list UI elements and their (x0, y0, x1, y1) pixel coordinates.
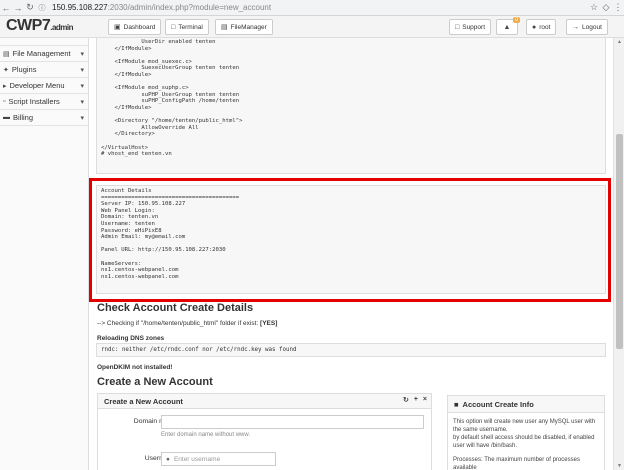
chevron-down-icon: ▾ (80, 114, 84, 122)
sidebar-item-partial[interactable] (0, 38, 88, 46)
notifications-button[interactable]: ▲ 0 (496, 17, 520, 35)
back-icon[interactable]: ← (0, 3, 12, 13)
address-bar[interactable]: 150.95.108.227:2030/admin/index.php?modu… (52, 2, 588, 14)
check-account-title: Check Account Create Details (97, 302, 254, 314)
info-icon: ■ (454, 399, 459, 409)
terminal-icon: □ (171, 23, 176, 31)
folder-check-line: --> Checking if "/home/tenten/public_htm… (97, 320, 278, 327)
dashboard-button[interactable]: ▣ Dashboard (108, 19, 162, 35)
sidebar-item-script-installers[interactable]: ▫ Script Installers ▾ (0, 94, 88, 110)
sidebar-item-plugins[interactable]: ✦ Plugins ▾ (0, 62, 88, 78)
logout-button[interactable]: → Logout (566, 19, 608, 35)
account-info-panel-header: ■ Account Create Info (448, 396, 604, 413)
info-text-1: This option will create new user any MyS… (453, 419, 596, 433)
create-account-panel: Create a New Account ↻ + × Domain name: … (97, 393, 432, 470)
dns-reload-title: Reloading DNS zones (97, 335, 165, 342)
scrollbar-thumb[interactable] (616, 134, 623, 349)
sidebar: ▤ File Management ▾ ✦ Plugins ▾ ▸ Develo… (0, 38, 89, 470)
user-icon: ● (166, 455, 170, 463)
extension-icon[interactable]: ◇ (600, 2, 612, 13)
user-icon: ● (532, 23, 537, 31)
sidebar-item-billing[interactable]: ▬ Billing ▾ (0, 110, 88, 126)
filemanager-button[interactable]: ▤ FileManager (215, 19, 273, 35)
expand-icon[interactable]: + (414, 396, 418, 404)
support-button[interactable]: □ Support (449, 19, 492, 35)
menu-icon[interactable]: ⋮ (612, 2, 624, 13)
close-icon[interactable]: × (423, 396, 427, 404)
main-content: UserDir enabled tenten </IfModule> <IfMo… (89, 38, 613, 470)
support-icon: □ (455, 23, 460, 31)
domain-help: Enter domain name without www. (161, 432, 251, 438)
create-account-title: Create a New Account (97, 376, 213, 388)
folder-icon: ▤ (3, 50, 10, 58)
lock-icon: ⓘ (38, 4, 46, 12)
plug-icon: ✦ (3, 66, 9, 74)
sidebar-item-file-management[interactable]: ▤ File Management ▾ (0, 46, 88, 62)
scroll-down-icon[interactable]: ▼ (614, 463, 624, 469)
username-input[interactable]: ● Enter username (161, 452, 276, 466)
notification-badge: 0 (513, 17, 520, 23)
bell-icon: ▲ (503, 23, 511, 31)
star-icon[interactable]: ☆ (588, 2, 600, 13)
browser-url-bar: ← → ↻ ⓘ 150.95.108.227:2030/admin/index.… (0, 0, 624, 16)
url-host: 150.95.108.227 (52, 3, 108, 12)
forward-icon[interactable]: → (12, 3, 24, 13)
domain-input[interactable] (161, 415, 424, 429)
logo[interactable]: CWP7.admin (6, 17, 74, 35)
scroll-up-icon[interactable]: ▲ (614, 39, 624, 45)
refresh-icon[interactable]: ↻ (403, 396, 409, 404)
logout-icon: → (572, 23, 579, 31)
account-info-panel: ■ Account Create Info This option will c… (447, 395, 605, 470)
user-menu-button[interactable]: ● root (526, 19, 557, 35)
dashboard-icon: ▣ (114, 24, 121, 31)
billing-icon: ▬ (3, 114, 10, 121)
create-account-panel-header: Create a New Account ↻ + × (98, 394, 431, 409)
page-scrollbar[interactable]: ▲ ▼ (613, 38, 624, 470)
reload-icon[interactable]: ↻ (24, 2, 36, 13)
chevron-down-icon: ▾ (80, 66, 84, 74)
terminal-button[interactable]: □ Terminal (165, 19, 209, 35)
vhost-config-output: UserDir enabled tenten </IfModule> <IfMo… (96, 38, 606, 174)
account-details-output: Account Details ========================… (96, 185, 606, 294)
rndc-output: rndc: neither /etc/rndc.conf nor /etc/rn… (96, 343, 606, 357)
sidebar-item-developer-menu[interactable]: ▸ Developer Menu ▾ (0, 78, 88, 94)
dkim-status: OpenDKIM not installed! (97, 364, 173, 371)
chevron-down-icon: ▾ (80, 82, 84, 90)
info-text-2: by default shell access should be disabl… (453, 435, 595, 449)
code-icon: ▸ (3, 82, 7, 90)
folder-icon: ▤ (221, 24, 228, 31)
chevron-down-icon: ▾ (80, 50, 84, 58)
app-header: CWP7.admin ▣ Dashboard □ Terminal ▤ File… (0, 16, 624, 38)
chevron-down-icon: ▾ (80, 98, 84, 106)
script-icon: ▫ (3, 98, 6, 105)
info-text-3: Processes: The maximum number of process… (453, 457, 580, 470)
url-path: :2030/admin/index.php?module=new_account (107, 3, 272, 12)
